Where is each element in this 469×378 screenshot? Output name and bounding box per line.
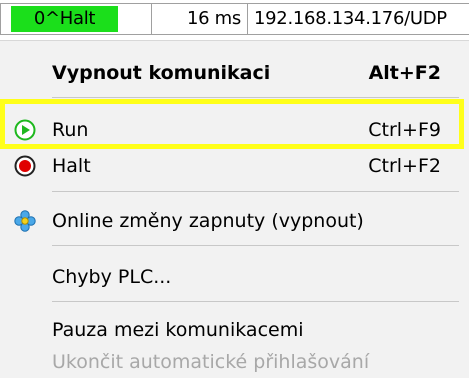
menu-separator bbox=[52, 301, 459, 302]
menu-separator bbox=[52, 97, 459, 98]
menu-separator bbox=[52, 245, 459, 246]
connection-address-cell[interactable]: 192.168.134.176/UDP bbox=[248, 3, 469, 35]
menu-item-halt[interactable]: Halt Ctrl+F2 bbox=[0, 148, 469, 184]
halt-icon bbox=[14, 155, 36, 177]
menu-item-run[interactable]: Run Ctrl+F9 bbox=[0, 112, 469, 148]
menu-item-label: Run bbox=[52, 119, 89, 141]
menu-item-plc-errors[interactable]: Chyby PLC... bbox=[0, 259, 469, 295]
plc-state-cell: 0^Halt bbox=[0, 3, 152, 35]
plc-state-indicator: 0^Halt bbox=[11, 6, 118, 32]
menu-item-label: Halt bbox=[52, 155, 91, 177]
context-menu: Vypnout komunikaci Alt+F2 Run Ctrl+F9 Ha… bbox=[0, 40, 469, 378]
menu-item-online-changes[interactable]: Online změny zapnuty (vypnout) bbox=[0, 203, 469, 239]
menu-item-shortcut: Alt+F2 bbox=[368, 62, 441, 84]
menu-item-disconnect[interactable]: Vypnout komunikaci Alt+F2 bbox=[0, 55, 469, 91]
menu-item-communication-pause[interactable]: Pauza mezi komunikacemi bbox=[0, 312, 469, 348]
menu-item-shortcut: Ctrl+F2 bbox=[368, 155, 441, 177]
online-changes-icon bbox=[14, 210, 36, 232]
menu-item-label: Pauza mezi komunikacemi bbox=[52, 319, 304, 341]
status-bar: 0^Halt 16 ms 192.168.134.176/UDP bbox=[0, 0, 469, 40]
menu-item-label: Vypnout komunikaci bbox=[52, 62, 271, 84]
menu-item-end-auto-login: Ukončit automatické přihlašování bbox=[0, 344, 469, 378]
menu-item-label: Ukončit automatické přihlašování bbox=[52, 351, 370, 373]
menu-item-label: Online změny zapnuty (vypnout) bbox=[52, 210, 364, 232]
menu-item-label: Chyby PLC... bbox=[52, 266, 172, 288]
menu-item-shortcut: Ctrl+F9 bbox=[368, 119, 441, 141]
run-icon bbox=[14, 119, 36, 141]
cycle-time-cell: 16 ms bbox=[152, 3, 248, 35]
menu-separator bbox=[52, 191, 459, 192]
